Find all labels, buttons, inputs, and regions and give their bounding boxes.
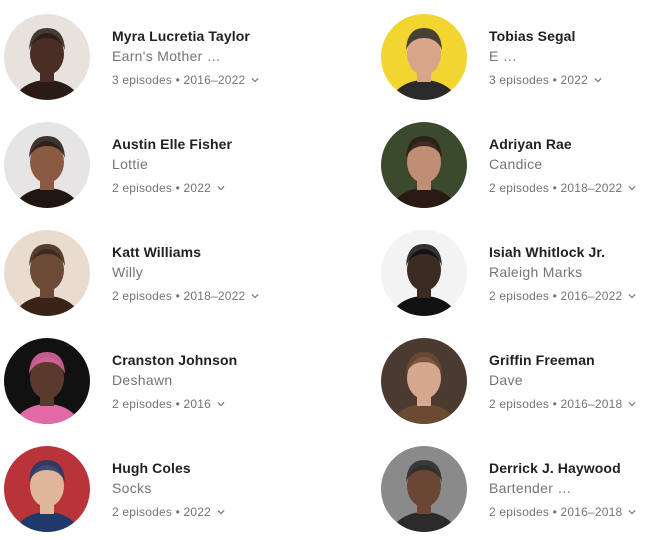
cast-member-name[interactable]: Griffin Freeman bbox=[489, 350, 661, 370]
cast-member-photo[interactable] bbox=[381, 230, 467, 316]
episodes-toggle[interactable]: 2 episodes • 2016 bbox=[112, 394, 302, 414]
episodes-toggle[interactable]: 2 episodes • 2022 bbox=[112, 502, 302, 522]
cast-member-photo[interactable] bbox=[4, 338, 90, 424]
cast-member-name[interactable]: Austin Elle Fisher bbox=[112, 134, 302, 154]
cast-member-name[interactable]: Derrick J. Haywood bbox=[489, 458, 661, 478]
cast-member-card[interactable]: Austin Elle Fisher Lottie 2 episodes • 202… bbox=[4, 122, 304, 212]
cast-grid: Myra Lucretia Taylor Earn's Mother … 3 epi… bbox=[0, 0, 661, 540]
cast-member-card[interactable]: Cranston Johnson Deshawn 2 episodes • 2016 bbox=[4, 338, 304, 428]
chevron-down-icon[interactable] bbox=[625, 397, 639, 411]
cast-member-photo[interactable] bbox=[4, 122, 90, 208]
cast-member-photo[interactable] bbox=[381, 122, 467, 208]
episode-count-years: 3 episodes • 2016–2022 bbox=[112, 73, 246, 87]
cast-member-role: Raleigh Marks bbox=[489, 264, 583, 280]
cast-member-photo[interactable] bbox=[4, 446, 90, 532]
cast-member-info: Tobias Segal E … 3 episodes • 2022 bbox=[489, 26, 661, 90]
episode-count-years: 2 episodes • 2016–2022 bbox=[489, 289, 623, 303]
episode-count-years: 2 episodes • 2016 bbox=[112, 397, 212, 411]
cast-member-info: Austin Elle Fisher Lottie 2 episodes • 202… bbox=[112, 134, 302, 198]
chevron-down-icon[interactable] bbox=[625, 505, 639, 519]
episode-count-years: 2 episodes • 2018–2022 bbox=[489, 181, 623, 195]
chevron-down-icon[interactable] bbox=[214, 181, 228, 195]
episode-count-years: 2 episodes • 2016–2018 bbox=[489, 505, 623, 519]
episode-count-years: 2 episodes • 2022 bbox=[112, 505, 212, 519]
cast-member-photo[interactable] bbox=[381, 338, 467, 424]
cast-member-role: Earn's Mother … bbox=[112, 48, 222, 64]
cast-member-card[interactable]: Derrick J. Haywood Bartender … 2 episodes … bbox=[381, 446, 661, 536]
cast-member-card[interactable]: Adriyan Rae Candice 2 episodes • 2018–2022 bbox=[381, 122, 661, 212]
cast-member-info: Cranston Johnson Deshawn 2 episodes • 2016 bbox=[112, 350, 302, 414]
cast-member-role: Candice bbox=[489, 156, 543, 172]
cast-member-role: Willy bbox=[112, 264, 144, 280]
cast-member-card[interactable]: Tobias Segal E … 3 episodes • 2022 bbox=[381, 14, 661, 104]
episodes-toggle[interactable]: 2 episodes • 2018–2022 bbox=[489, 178, 661, 198]
episodes-toggle[interactable]: 3 episodes • 2022 bbox=[489, 70, 661, 90]
cast-member-photo[interactable] bbox=[4, 14, 90, 100]
cast-member-card[interactable]: Myra Lucretia Taylor Earn's Mother … 3 epi… bbox=[4, 14, 304, 104]
cast-member-card[interactable]: Katt Williams Willy 2 episodes • 2018–2022 bbox=[4, 230, 304, 320]
chevron-down-icon[interactable] bbox=[625, 289, 639, 303]
episode-count-years: 2 episodes • 2016–2018 bbox=[489, 397, 623, 411]
cast-member-photo[interactable] bbox=[381, 446, 467, 532]
cast-member-photo[interactable] bbox=[4, 230, 90, 316]
chevron-down-icon[interactable] bbox=[214, 505, 228, 519]
cast-member-role: E … bbox=[489, 48, 518, 64]
cast-member-role: Lottie bbox=[112, 156, 149, 172]
cast-member-name[interactable]: Tobias Segal bbox=[489, 26, 661, 46]
cast-member-role: Deshawn bbox=[112, 372, 173, 388]
episodes-toggle[interactable]: 2 episodes • 2022 bbox=[112, 178, 302, 198]
cast-member-name[interactable]: Cranston Johnson bbox=[112, 350, 302, 370]
cast-member-name[interactable]: Isiah Whitlock Jr. bbox=[489, 242, 661, 262]
episodes-toggle[interactable]: 2 episodes • 2016–2018 bbox=[489, 502, 661, 522]
cast-member-card[interactable]: Hugh Coles Socks 2 episodes • 2022 bbox=[4, 446, 304, 536]
cast-member-name[interactable]: Hugh Coles bbox=[112, 458, 302, 478]
cast-member-name[interactable]: Myra Lucretia Taylor bbox=[112, 26, 302, 46]
cast-member-role: Dave bbox=[489, 372, 523, 388]
chevron-down-icon[interactable] bbox=[248, 73, 262, 87]
episodes-toggle[interactable]: 2 episodes • 2018–2022 bbox=[112, 286, 302, 306]
episode-count-years: 2 episodes • 2018–2022 bbox=[112, 289, 246, 303]
cast-member-role: Socks bbox=[112, 480, 152, 496]
cast-member-info: Griffin Freeman Dave 2 episodes • 2016–201… bbox=[489, 350, 661, 414]
episodes-toggle[interactable]: 2 episodes • 2016–2018 bbox=[489, 394, 661, 414]
cast-member-card[interactable]: Isiah Whitlock Jr. Raleigh Marks 2 episode… bbox=[381, 230, 661, 320]
cast-member-info: Myra Lucretia Taylor Earn's Mother … 3 epi… bbox=[112, 26, 302, 90]
cast-member-info: Isiah Whitlock Jr. Raleigh Marks 2 episode… bbox=[489, 242, 661, 306]
cast-member-info: Derrick J. Haywood Bartender … 2 episodes … bbox=[489, 458, 661, 522]
episode-count-years: 3 episodes • 2022 bbox=[489, 73, 589, 87]
episodes-toggle[interactable]: 3 episodes • 2016–2022 bbox=[112, 70, 302, 90]
cast-member-info: Hugh Coles Socks 2 episodes • 2022 bbox=[112, 458, 302, 522]
cast-member-name[interactable]: Adriyan Rae bbox=[489, 134, 661, 154]
cast-member-info: Katt Williams Willy 2 episodes • 2018–2022 bbox=[112, 242, 302, 306]
episodes-toggle[interactable]: 2 episodes • 2016–2022 bbox=[489, 286, 661, 306]
episode-count-years: 2 episodes • 2022 bbox=[112, 181, 212, 195]
chevron-down-icon[interactable] bbox=[248, 289, 262, 303]
cast-member-card[interactable]: Griffin Freeman Dave 2 episodes • 2016–201… bbox=[381, 338, 661, 428]
cast-member-info: Adriyan Rae Candice 2 episodes • 2018–2022 bbox=[489, 134, 661, 198]
chevron-down-icon[interactable] bbox=[591, 73, 605, 87]
cast-member-photo[interactable] bbox=[381, 14, 467, 100]
cast-member-role: Bartender … bbox=[489, 480, 572, 496]
chevron-down-icon[interactable] bbox=[625, 181, 639, 195]
chevron-down-icon[interactable] bbox=[214, 397, 228, 411]
cast-member-name[interactable]: Katt Williams bbox=[112, 242, 302, 262]
